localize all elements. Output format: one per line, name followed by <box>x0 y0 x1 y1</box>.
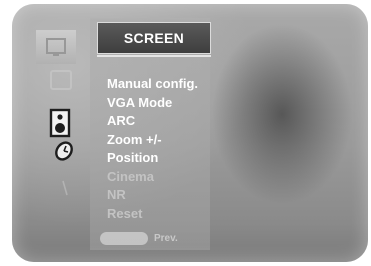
faint-icon <box>61 180 69 196</box>
menu-item-arc[interactable]: ARC <box>94 112 212 131</box>
menu-item-cinema: Cinema <box>107 168 154 184</box>
menu-item-nr: NR <box>107 187 126 202</box>
menu-title: SCREEN <box>97 22 211 54</box>
menu-item-reset: Reset <box>107 205 143 221</box>
menu-item-vga-mode[interactable]: VGA Mode <box>94 94 212 113</box>
speaker-icon[interactable] <box>48 108 72 138</box>
picture-tile-icon[interactable] <box>36 30 76 64</box>
menu-list: Manual config. VGA Mode ARC Zoom +/- Pos… <box>94 75 212 223</box>
dim-square-icon[interactable] <box>50 70 72 90</box>
title-divider <box>97 55 211 57</box>
menu-item-manual-config[interactable]: Manual config. <box>94 75 212 94</box>
menu-item-position[interactable]: Position <box>94 149 212 168</box>
clock-icon[interactable] <box>53 140 75 162</box>
nav-hint: Prev. <box>100 230 218 246</box>
prev-label: Prev. <box>154 232 178 244</box>
prev-button-icon[interactable] <box>100 231 148 245</box>
osd-icon-sidebar <box>12 4 102 262</box>
tv-screen: SCREEN Manual config. VGA Mode ARC Zoom … <box>12 4 368 262</box>
menu-item-zoom[interactable]: Zoom +/- <box>94 131 212 150</box>
